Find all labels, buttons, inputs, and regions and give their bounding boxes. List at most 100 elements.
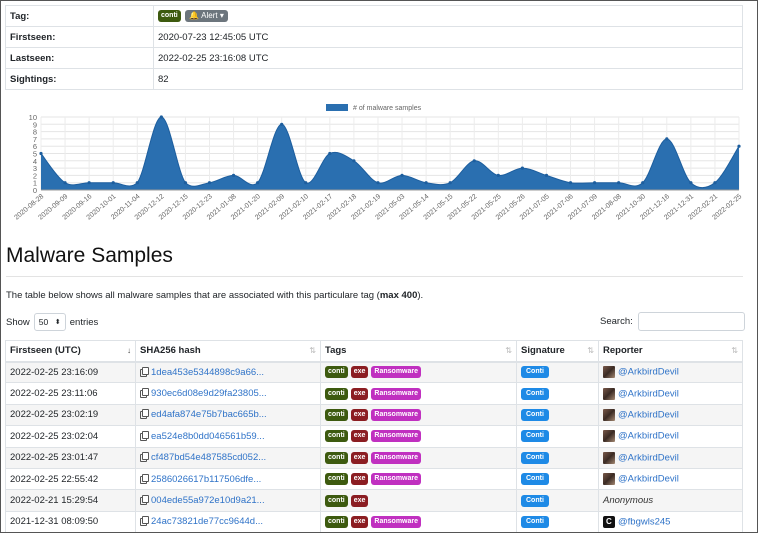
- tag-badge[interactable]: Ransomware: [371, 387, 421, 400]
- tag-badge[interactable]: Ransomware: [371, 430, 421, 443]
- data-point: [496, 173, 500, 177]
- copy-icon[interactable]: [140, 388, 149, 399]
- table-row: 2022-02-25 23:11:06 930ec6d08e9d29fa23805…: [5, 382, 743, 405]
- desc-bold: max 400: [379, 290, 418, 301]
- hash-link[interactable]: ed4afa874e75b7bac665b...: [151, 409, 267, 420]
- hash-link[interactable]: 004ede55a972e10d9a21...: [151, 495, 265, 506]
- firstseen-cell: 2022-02-25 22:55:42: [5, 467, 136, 491]
- tag-badge[interactable]: conti: [325, 451, 348, 464]
- tag-badge[interactable]: exe: [350, 430, 369, 443]
- col-hash[interactable]: SHA256 hash ⇅: [135, 340, 321, 363]
- copy-icon[interactable]: [140, 430, 149, 441]
- signature-badge[interactable]: Conti: [521, 451, 549, 464]
- tag-badge[interactable]: Ransomware: [371, 366, 421, 379]
- signature-cell: Conti: [516, 467, 599, 491]
- tag-badge[interactable]: conti: [325, 494, 348, 507]
- tag-badge[interactable]: exe: [350, 494, 369, 507]
- signature-cell: Conti: [516, 360, 599, 384]
- tag-badge[interactable]: Ransomware: [371, 408, 421, 421]
- avatar: [603, 366, 615, 379]
- hash-cell: 24ac73821de77cc9644d...: [135, 510, 321, 532]
- tag-badge[interactable]: exe: [350, 451, 369, 464]
- reporter-link[interactable]: @ArkbirdDevil: [618, 409, 679, 420]
- tag-badge[interactable]: exe: [350, 515, 369, 528]
- data-point: [135, 181, 139, 185]
- avatar: [603, 451, 615, 464]
- tags-cell: conti exe Ransomware: [320, 403, 517, 427]
- avatar: [603, 515, 615, 528]
- info-key: Firstseen:: [5, 26, 154, 48]
- tags-cell: conti exe Ransomware: [320, 382, 517, 405]
- signature-cell: Conti: [516, 403, 599, 427]
- data-point: [280, 122, 284, 126]
- copy-icon[interactable]: [140, 409, 149, 420]
- signature-badge[interactable]: Conti: [521, 366, 549, 379]
- tag-badge[interactable]: exe: [350, 473, 369, 486]
- signature-badge[interactable]: Conti: [521, 387, 549, 400]
- tag-badge[interactable]: conti: [325, 430, 348, 443]
- reporter-link[interactable]: @ArkbirdDevil: [618, 388, 679, 399]
- signature-badge[interactable]: Conti: [521, 494, 549, 507]
- signature-cell: Conti: [516, 489, 599, 512]
- info-row-sightings: Sightings: 82: [5, 68, 743, 90]
- col-firstseen[interactable]: Firstseen (UTC) ↓: [5, 340, 136, 363]
- data-point: [352, 159, 356, 163]
- table-description: The table below shows all malware sample…: [6, 290, 423, 301]
- reporter-link[interactable]: @ArkbirdDevil: [618, 474, 679, 485]
- hash-link[interactable]: 24ac73821de77cc9644d...: [151, 516, 263, 527]
- copy-icon[interactable]: [140, 473, 149, 484]
- reporter-cell: @ArkbirdDevil: [598, 403, 743, 427]
- tag-badge[interactable]: exe: [350, 387, 369, 400]
- tag-badge[interactable]: conti: [325, 387, 348, 400]
- col-reporter[interactable]: Reporter ⇅: [598, 340, 743, 363]
- signature-cell: Conti: [516, 446, 599, 469]
- reporter-link[interactable]: @ArkbirdDevil: [618, 431, 679, 442]
- tag-badge[interactable]: conti: [325, 366, 348, 379]
- entries-select[interactable]: 50 ⬍: [33, 313, 66, 331]
- tag-badge[interactable]: conti: [325, 515, 348, 528]
- copy-icon[interactable]: [140, 516, 149, 527]
- tag-badge[interactable]: conti: [158, 10, 181, 22]
- avatar: [603, 473, 615, 486]
- signature-badge[interactable]: Conti: [521, 408, 549, 421]
- hash-link[interactable]: 930ec6d08e9d29fa23805...: [151, 388, 267, 399]
- copy-icon[interactable]: [140, 452, 149, 463]
- signature-badge[interactable]: Conti: [521, 430, 549, 443]
- table-row: 2022-02-25 23:02:19 ed4afa874e75b7bac665b…: [5, 403, 743, 427]
- data-point: [448, 181, 452, 185]
- tag-badge[interactable]: conti: [325, 473, 348, 486]
- data-point: [87, 181, 91, 185]
- col-signature[interactable]: Signature ⇅: [516, 340, 599, 363]
- tag-badge[interactable]: Ransomware: [371, 451, 421, 464]
- col-tags[interactable]: Tags ⇅: [320, 340, 517, 363]
- signature-badge[interactable]: Conti: [521, 473, 549, 486]
- search-input[interactable]: [637, 312, 745, 331]
- tag-badge[interactable]: exe: [350, 408, 369, 421]
- hash-link[interactable]: 1dea453e5344898c9a66...: [151, 367, 264, 378]
- tag-badge[interactable]: conti: [325, 408, 348, 421]
- data-point: [183, 181, 188, 185]
- hash-link[interactable]: ea524e8b0dd046561b59...: [151, 431, 265, 442]
- data-point: [111, 181, 115, 185]
- hash-cell: 2586026617b117506dfe...: [135, 467, 321, 491]
- col-label: Tags: [325, 345, 347, 357]
- table-row: 2022-02-21 15:29:54 004ede55a972e10d9a21.…: [5, 489, 743, 512]
- tag-badge[interactable]: Ransomware: [371, 473, 421, 486]
- info-key: Sightings:: [5, 68, 154, 90]
- tag-badge[interactable]: Ransomware: [371, 515, 421, 528]
- reporter-link[interactable]: @ArkbirdDevil: [618, 452, 679, 463]
- table-row: 2021-12-31 08:09:50 24ac73821de77cc9644d.…: [5, 510, 743, 532]
- alert-button[interactable]: 🔔 Alert ▾: [185, 10, 228, 22]
- reporter-link[interactable]: @fbgwls245: [618, 516, 670, 527]
- hash-link[interactable]: 2586026617b117506dfe...: [151, 474, 261, 485]
- signature-badge[interactable]: Conti: [521, 515, 549, 528]
- data-point: [665, 137, 669, 141]
- malware-samples-table: Firstseen (UTC) ↓ SHA256 hash ⇅ Tags ⇅ Sign…: [5, 340, 743, 532]
- reporter-cell: @ArkbirdDevil: [598, 446, 743, 469]
- signature-cell: Conti: [516, 382, 599, 405]
- copy-icon[interactable]: [140, 366, 149, 377]
- copy-icon[interactable]: [140, 495, 149, 506]
- hash-link[interactable]: cf487bd54e487585cd052...: [151, 452, 266, 463]
- tag-badge[interactable]: exe: [350, 366, 369, 379]
- reporter-link[interactable]: @ArkbirdDevil: [618, 367, 679, 378]
